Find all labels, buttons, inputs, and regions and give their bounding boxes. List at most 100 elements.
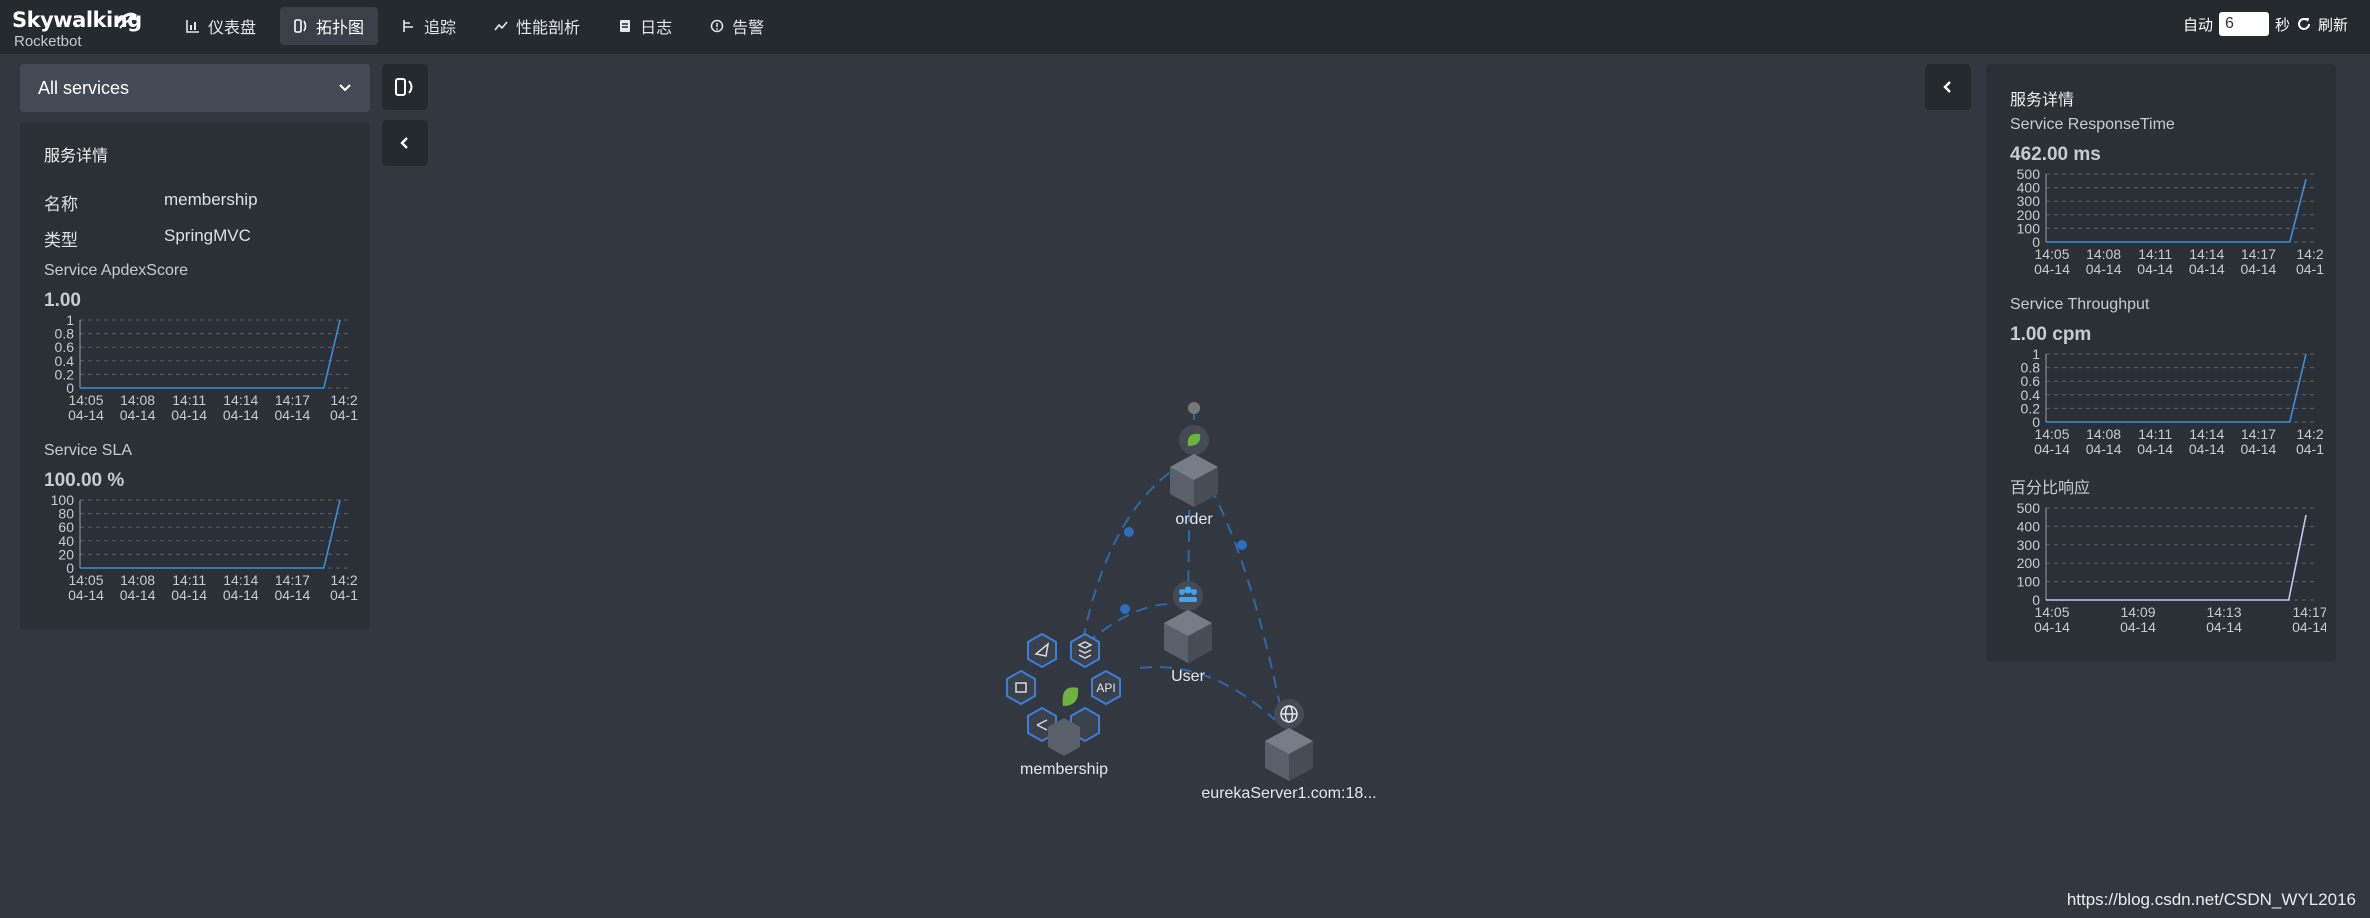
x-tick-label: 14:14 <box>223 392 258 408</box>
spring-leaf-icon <box>1062 687 1079 706</box>
right-panel-title: 服务详情 <box>2010 92 2075 109</box>
x-tick-label: 04-14 <box>2189 261 2225 277</box>
x-tick-label: 14:09 <box>2120 604 2155 620</box>
x-tick-label: 04-14 <box>2034 619 2070 635</box>
x-tick-label: 14:17 <box>2241 426 2276 442</box>
x-tick-label: 14:2 <box>2296 426 2323 442</box>
x-tick-label: 04-1 <box>330 587 358 603</box>
response-time-value: 462.00 ms <box>2010 144 2101 165</box>
logo[interactable]: Skywalking Rocketbot <box>12 6 142 50</box>
y-tick-label: 100 <box>2017 574 2041 590</box>
node-order-label: order <box>1175 511 1213 528</box>
left-panel-title: 服务详情 <box>44 148 109 165</box>
apdex-chart: 00.20.40.60.8114:0504-1414:0804-1414:110… <box>55 314 359 423</box>
x-tick-label: 04-14 <box>2034 441 2070 457</box>
x-tick-label: 04-14 <box>120 587 156 603</box>
line-chart-icon <box>494 21 508 31</box>
node-membership[interactable]: API membership <box>1006 632 1121 778</box>
y-tick-label: 300 <box>2017 537 2041 553</box>
edge-dot[interactable] <box>1185 480 1195 490</box>
x-tick-label: 14:11 <box>172 392 206 408</box>
edge-membership-order[interactable] <box>1082 459 1189 641</box>
tablet-icon <box>1015 682 1027 693</box>
nav-alarm[interactable]: 告警 <box>696 7 778 45</box>
y-tick-label: 1 <box>66 314 74 328</box>
node-order[interactable]: order <box>1170 425 1218 528</box>
percentile-title: 百分比响应 <box>2010 480 2091 497</box>
bar-chart-icon <box>186 20 199 33</box>
spring-leaf-icon <box>1187 433 1201 446</box>
x-tick-label: 04-14 <box>274 407 310 423</box>
y-tick-label: 1 <box>2032 348 2040 362</box>
x-tick-label: 04-14 <box>2240 261 2276 277</box>
x-tick-label: 14:17 <box>275 392 310 408</box>
y-tick-label: 200 <box>2017 555 2041 571</box>
edge-user-order[interactable] <box>1187 469 1191 601</box>
x-tick-label: 04-14 <box>120 407 156 423</box>
service-select-value: All services <box>38 77 130 98</box>
sla-chart: 02040608010014:0504-1414:0804-1414:1104-… <box>51 494 359 603</box>
auto-label: 自动 <box>2182 16 2213 34</box>
switch-view-button[interactable] <box>382 64 428 110</box>
users-icon <box>1179 586 1197 602</box>
edge-membership-user[interactable] <box>1085 603 1169 645</box>
node-user-label: User <box>1171 668 1205 685</box>
x-tick-label: 04-1 <box>2296 441 2324 457</box>
alarm-icon <box>710 19 724 33</box>
nav-log-label: 日志 <box>640 20 673 37</box>
throughput-title: Service Throughput <box>2010 296 2150 313</box>
refresh-icon[interactable] <box>2296 16 2312 32</box>
y-tick-label: 500 <box>2017 502 2041 516</box>
nav-trace[interactable]: 追踪 <box>388 7 470 45</box>
x-tick-label: 14:05 <box>2034 246 2069 262</box>
edge-order-eureka[interactable] <box>1199 469 1281 706</box>
chevron-down-icon <box>339 84 351 92</box>
edge-membership-eureka[interactable] <box>1139 666 1276 721</box>
apdex-value: 1.00 <box>44 290 81 311</box>
chevron-left-icon <box>400 137 408 149</box>
auto-refresh: 自动 秒 刷新 <box>2183 12 2348 36</box>
edge-dot[interactable] <box>1120 604 1130 614</box>
edge-dot[interactable] <box>1237 540 1247 550</box>
trace-icon <box>403 20 414 32</box>
x-tick-label: 04-1 <box>330 407 358 423</box>
x-tick-label: 04-14 <box>2137 261 2173 277</box>
nav-profiling-label: 性能剖析 <box>516 20 581 37</box>
logo-subtitle: Rocketbot <box>14 33 82 50</box>
x-tick-label: 14:17 <box>2241 246 2276 262</box>
y-tick-label: 500 <box>2017 168 2041 182</box>
x-tick-label: 04-14 <box>68 587 104 603</box>
globe-icon <box>1280 705 1298 723</box>
sla-value: 100.00 % <box>44 470 125 491</box>
x-tick-label: 04-14 <box>274 587 310 603</box>
node-eureka[interactable]: eurekaServer1.com:18... <box>1201 699 1377 802</box>
nav-topology[interactable]: 拓扑图 <box>280 7 379 45</box>
type-value: SpringMVC <box>164 226 251 245</box>
edge-dot[interactable] <box>1124 527 1134 537</box>
y-tick-label: 400 <box>2017 518 2041 534</box>
service-select[interactable]: All services <box>20 64 370 112</box>
x-tick-label: 14:08 <box>120 572 155 588</box>
refresh-interval-input[interactable] <box>2218 12 2269 36</box>
x-tick-label: 14:14 <box>2189 246 2224 262</box>
small-node[interactable] <box>1188 402 1200 414</box>
nav-profiling[interactable]: 性能剖析 <box>480 7 594 45</box>
node-user[interactable]: User <box>1164 581 1212 685</box>
x-tick-label: 04-14 <box>2086 441 2122 457</box>
nav-log[interactable]: 日志 <box>604 7 686 45</box>
collapse-left-button[interactable] <box>382 120 428 166</box>
refresh-button[interactable]: 刷新 <box>2318 14 2348 35</box>
nav-topology-label: 拓扑图 <box>316 20 365 37</box>
x-tick-label: 14:08 <box>2086 246 2121 262</box>
main-nav: 仪表盘 拓扑图 追踪 性能剖析 日志 告警 <box>172 7 778 45</box>
x-tick-label: 14:17 <box>2292 604 2326 620</box>
watermark: https://blog.csdn.net/CSDN_WYL2016 <box>2066 890 2356 909</box>
nav-dashboard[interactable]: 仪表盘 <box>172 7 270 45</box>
x-tick-label: 04-14 <box>223 587 259 603</box>
x-tick-label: 14:2 <box>330 392 357 408</box>
y-tick-label: 400 <box>2017 180 2041 196</box>
collapse-right-button[interactable] <box>1925 64 1971 110</box>
x-tick-label: 04-14 <box>2240 441 2276 457</box>
series-line <box>80 499 341 569</box>
nav-trace-label: 追踪 <box>424 20 457 37</box>
